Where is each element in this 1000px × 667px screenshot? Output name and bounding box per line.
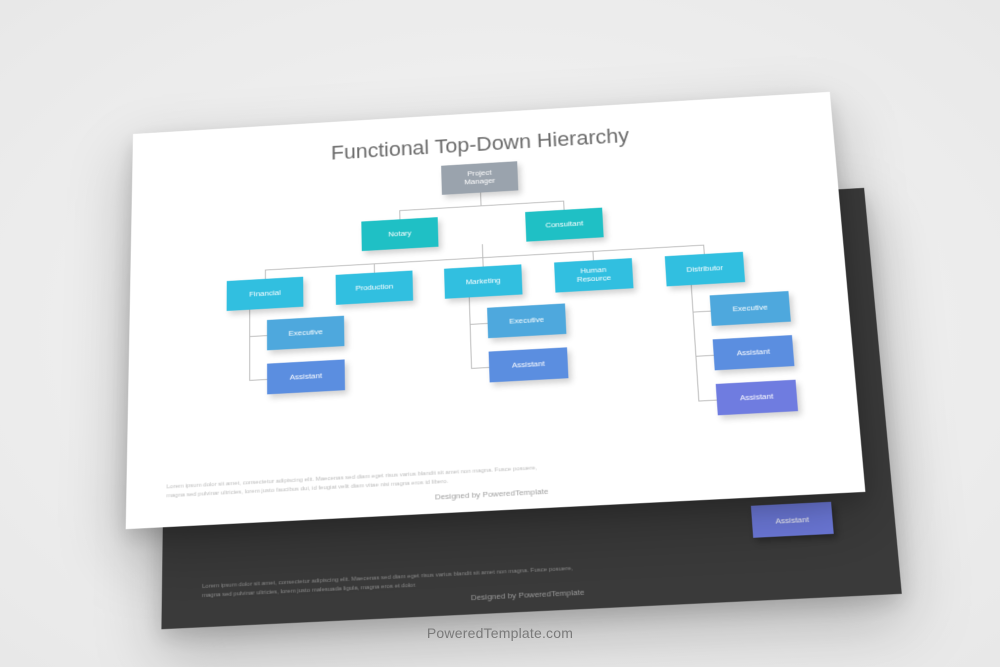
- org-node-assistant-4: Assistant: [716, 379, 798, 415]
- org-node-consultant: Consultant: [525, 207, 604, 241]
- org-node-production: Production: [336, 270, 414, 304]
- connector: [249, 309, 250, 379]
- connector: [374, 263, 375, 272]
- org-node-distributor: Distributor: [665, 251, 745, 286]
- org-node-human-resource: HumanResource: [554, 258, 633, 292]
- org-node-assistant-3: Assistant: [713, 335, 795, 370]
- connector: [482, 244, 483, 257]
- org-node-notary: Notary: [361, 217, 438, 251]
- connector: [265, 269, 266, 278]
- org-node-assistant-2: Assistant: [489, 347, 569, 382]
- org-node-executive-3: Executive: [710, 291, 791, 326]
- org-node-financial: Financial: [227, 276, 304, 310]
- connector: [469, 297, 472, 368]
- connector: [703, 244, 705, 253]
- connector: [470, 322, 488, 324]
- connector: [692, 310, 710, 312]
- org-node-assistant-1: Assistant: [267, 359, 345, 394]
- org-node-executive-1: Executive: [267, 315, 344, 350]
- connector: [691, 284, 700, 400]
- org-node-project-manager: ProjectManager: [441, 161, 518, 195]
- connector: [471, 366, 489, 368]
- connector: [399, 210, 400, 219]
- connector: [698, 399, 716, 401]
- org-node-executive-2: Executive: [487, 303, 566, 338]
- slide-light: Functional Top-Down Hierarchy: [126, 91, 866, 528]
- org-node-assistant-back: Assistant: [751, 501, 834, 537]
- connector: [695, 354, 713, 356]
- connector: [249, 335, 267, 337]
- watermark: PoweredTemplate.com: [427, 625, 573, 641]
- connector: [249, 378, 267, 380]
- org-chart: ProjectManager Notary Consultant Financi…: [207, 147, 779, 481]
- connector: [399, 200, 564, 211]
- connector: [563, 200, 564, 209]
- org-node-marketing: Marketing: [444, 264, 522, 298]
- connector: [480, 192, 481, 205]
